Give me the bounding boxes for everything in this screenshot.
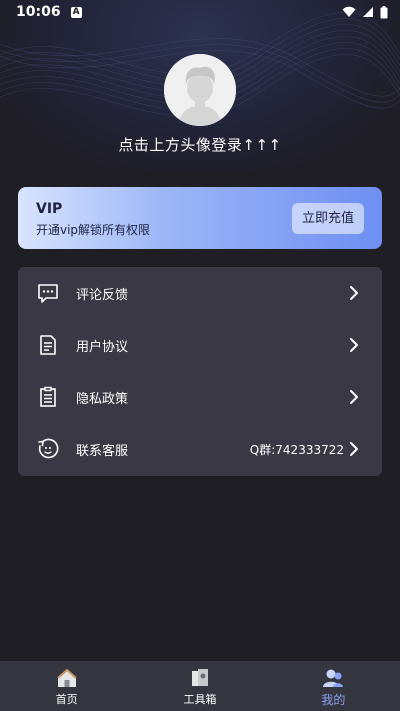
menu-label-customer-service: 联系客服 [76,443,129,459]
battery-icon [380,5,388,18]
vip-title: VIP [36,201,63,217]
status-icons [342,5,388,19]
menu-item-customer-service[interactable]: 联系客服 Q群:742333722 [18,423,382,475]
vip-subtitle: 开通vip解锁所有权限 [36,223,151,237]
menu-label-privacy-policy: 隐私政策 [76,391,129,407]
document-icon [40,335,56,355]
menu-label-user-agreement: 用户协议 [76,339,129,355]
login-hint[interactable]: 点击上方头像登录↑↑↑ [0,134,400,155]
chevron-right-icon [350,390,358,404]
tab-toolbox[interactable]: 工具箱 [133,661,266,711]
default-avatar-icon [164,54,236,126]
tab-home[interactable]: 首页 [0,661,133,711]
comment-icon [38,284,58,303]
qq-group-number: Q群:742333722 [249,442,344,457]
menu-label-feedback: 评论反馈 [76,287,129,303]
notification-icon: A [70,6,82,18]
wifi-icon [342,6,356,17]
profile-icon [323,669,344,687]
menu-card: 评论反馈 用户协议 隐私政策 联系客服 Q群:742333722 [18,267,382,476]
vip-card[interactable]: VIP 开通vip解锁所有权限 立即充值 [18,187,382,249]
clipboard-icon [40,386,56,407]
chevron-right-icon [350,286,358,300]
chevron-right-icon [350,442,358,456]
tab-label-profile: 我的 [321,693,346,707]
service-icon [38,438,59,459]
status-bar: 10:06 A [0,0,400,24]
signal-icon [363,7,373,17]
toolbox-icon [191,669,208,686]
tab-label-home: 首页 [55,693,78,706]
home-icon [56,669,77,687]
bottom-tab-bar: 首页 工具箱 我的 [0,661,400,711]
menu-item-user-agreement[interactable]: 用户协议 [18,319,382,371]
status-time: 10:06 [16,4,61,20]
chevron-right-icon [350,338,358,352]
tab-label-toolbox: 工具箱 [183,693,217,706]
recharge-button[interactable]: 立即充值 [292,203,364,234]
tab-profile[interactable]: 我的 [267,661,400,711]
menu-item-privacy-policy[interactable]: 隐私政策 [18,371,382,423]
avatar[interactable] [164,54,236,126]
menu-item-feedback[interactable]: 评论反馈 [18,267,382,319]
